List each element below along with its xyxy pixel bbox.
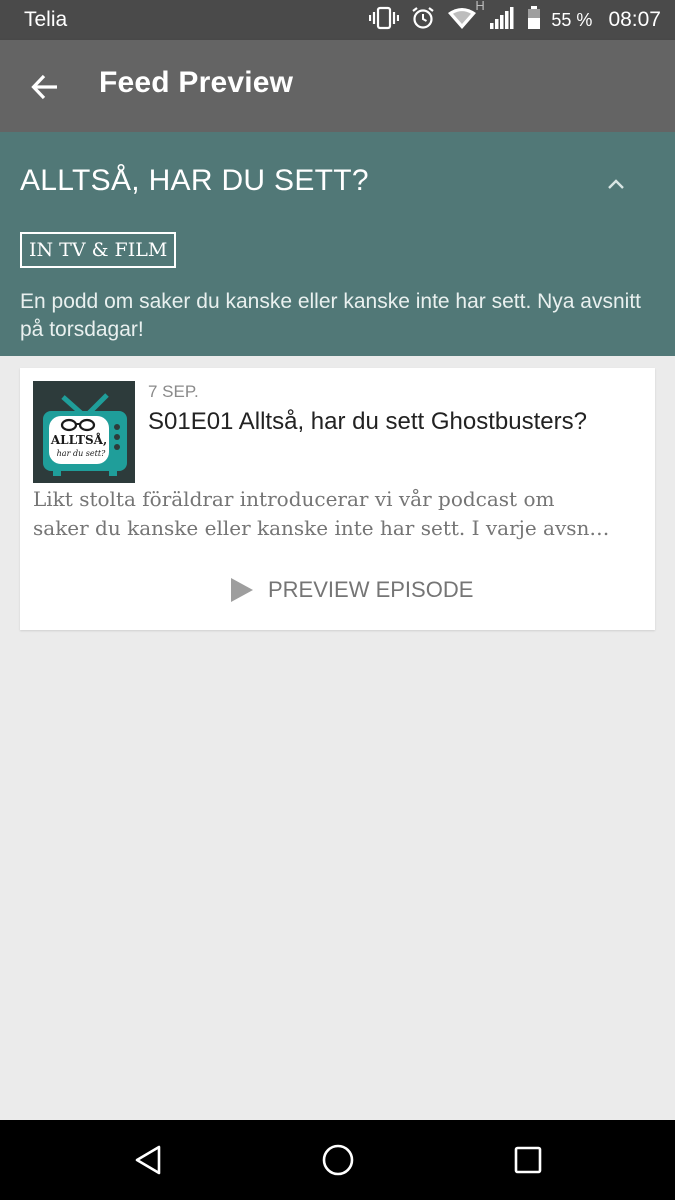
episode-description-line: Likt stolta föräldrar introducerar vi vå… (33, 487, 555, 511)
network-type-label: H (475, 0, 485, 13)
app-bar: Feed Preview (0, 40, 675, 132)
category-badge[interactable]: IN TV & FILM (20, 232, 177, 268)
navigation-bar (0, 1120, 675, 1200)
play-icon (231, 578, 253, 602)
page-title: Feed Preview (99, 66, 294, 99)
episode-description-line: saker du kanske eller kanske inte har se… (33, 516, 610, 540)
nav-recents-icon (514, 1146, 542, 1174)
episode-date: 7 SEP. (148, 382, 199, 401)
battery-icon (527, 5, 541, 35)
nav-home-icon (322, 1144, 354, 1176)
chevron-up-icon (608, 179, 624, 189)
artwork-text-line-1: ALLTSÅ, (50, 432, 107, 447)
status-bar: Telia H 55 % 08:07 (0, 0, 675, 40)
feed-title: ALLTSÅ, HAR DU SETT? (20, 164, 369, 197)
nav-back-icon (135, 1145, 161, 1175)
battery-percent: 55 % (551, 9, 593, 30)
artwork-text-line-2: har du sett? (57, 449, 106, 458)
episode-description: Likt stolta föräldrar introducerar vi vå… (33, 485, 645, 543)
episode-title: S01E01 Alltså, har du sett Ghostbusters? (148, 408, 587, 435)
vibrate-icon (369, 6, 400, 35)
arrow-left-icon (31, 74, 57, 100)
wifi-icon (447, 6, 477, 35)
nav-back-button[interactable] (128, 1140, 168, 1180)
feed-header: ALLTSÅ, HAR DU SETT? IN TV & FILM En pod… (0, 132, 675, 356)
episode-card[interactable]: ALLTSÅ, har du sett? 7 SEP. S01E01 Allts… (20, 368, 655, 630)
nav-recents-button[interactable] (508, 1140, 548, 1180)
feed-description: En podd om saker du kanske eller kanske … (20, 290, 641, 341)
carrier-name: Telia (24, 8, 68, 31)
clock: 08:07 (608, 8, 661, 31)
preview-episode-button[interactable]: PREVIEW EPISODE (225, 572, 473, 608)
episode-artwork: ALLTSÅ, har du sett? (33, 381, 135, 483)
collapse-button[interactable] (596, 164, 636, 204)
nav-home-button[interactable] (318, 1140, 358, 1180)
alarm-icon (411, 6, 435, 35)
signal-icon: H (475, 0, 515, 35)
back-button[interactable] (22, 64, 68, 110)
preview-episode-label: PREVIEW EPISODE (268, 577, 474, 602)
status-icons: H 55 % 08:07 (357, 0, 661, 40)
